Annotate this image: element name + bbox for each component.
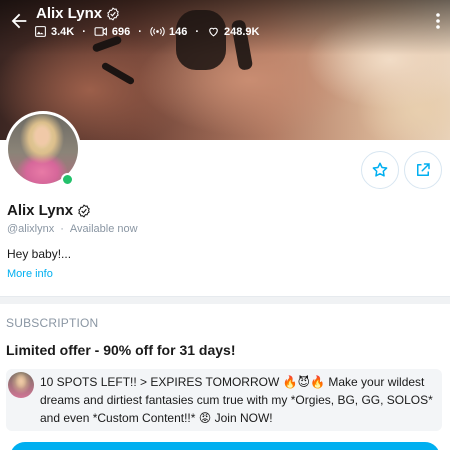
stat-likes: 248.9K [207, 25, 259, 38]
stat-videos: 696 [94, 25, 130, 38]
header-title: Alix Lynx [36, 5, 120, 22]
stat-videos-value: 696 [111, 25, 131, 38]
stat-photos-value: 3.4K [51, 25, 75, 38]
offer-title: Limited offer - 90% off for 31 days! [6, 342, 236, 358]
more-info-link[interactable]: More info [7, 268, 53, 280]
top-bar: Alix Lynx 3.4K · 696 · 146 · 248.9K [0, 0, 450, 46]
subscription-heading: SUBSCRIPTION [6, 316, 99, 330]
online-status-indicator [61, 173, 74, 186]
profile-bio: Hey baby!... [7, 247, 72, 261]
profile-name: Alix Lynx [7, 202, 91, 219]
more-options-icon[interactable] [434, 12, 442, 30]
cover-detail [100, 61, 136, 86]
promo-message-text: 10 SPOTS LEFT!! > EXPIRES TOMORROW 🔥😈🔥 M… [40, 375, 433, 425]
profile-name-text: Alix Lynx [7, 202, 74, 219]
share-icon [417, 163, 430, 176]
stat-likes-value: 248.9K [223, 25, 260, 38]
stat-separator: · [138, 25, 142, 38]
promo-avatar [8, 372, 34, 398]
back-arrow-icon[interactable] [8, 10, 30, 32]
promo-message: 10 SPOTS LEFT!! > EXPIRES TOMORROW 🔥😈🔥 M… [6, 369, 442, 431]
header-stats: 3.4K · 696 · 146 · 248.9K [34, 25, 259, 38]
stat-separator: · [82, 25, 86, 38]
handle-row: @alixlynx · Available now [7, 223, 138, 235]
subscribe-button[interactable] [10, 442, 440, 450]
image-icon [35, 26, 46, 37]
section-divider [0, 296, 450, 304]
stat-photos: 3.4K [34, 25, 74, 38]
profile-handle: @alixlynx [7, 223, 55, 235]
verified-icon [78, 203, 90, 218]
stat-streams: 146 [150, 25, 187, 38]
heart-icon [209, 27, 218, 37]
header-name: Alix Lynx [36, 5, 103, 22]
star-icon [372, 162, 388, 177]
video-icon [94, 27, 107, 36]
share-button[interactable] [404, 151, 442, 189]
handle-separator: · [60, 223, 64, 235]
stat-separator: · [195, 25, 199, 38]
verified-icon [107, 6, 119, 21]
favorite-button[interactable] [361, 151, 399, 189]
stream-icon [150, 26, 165, 37]
availability-status: Available now [69, 223, 138, 235]
stat-streams-value: 146 [168, 25, 188, 38]
